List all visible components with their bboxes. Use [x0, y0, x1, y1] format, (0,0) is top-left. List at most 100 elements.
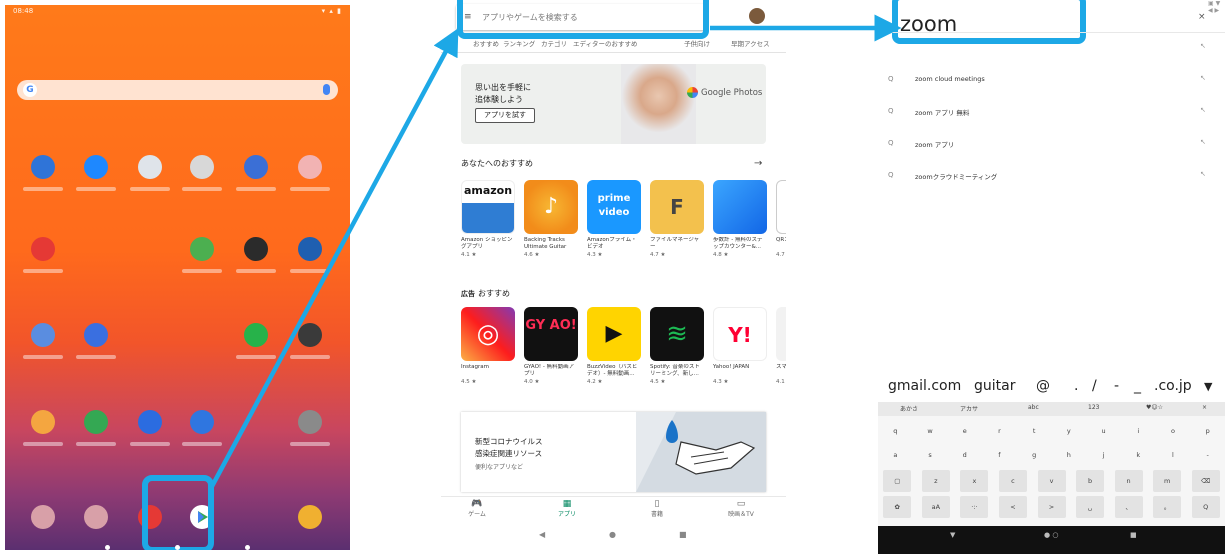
arrow-right-icon[interactable]: →: [754, 158, 762, 169]
home-app-icon[interactable]: [244, 155, 268, 179]
keyboard-key[interactable]: <: [998, 496, 1027, 518]
home-app-icon[interactable]: [298, 155, 322, 179]
home-app-icon[interactable]: [190, 155, 214, 179]
home-app-icon[interactable]: [190, 237, 214, 261]
tab-early-access[interactable]: 早期アクセス: [731, 38, 770, 48]
keyboard-key[interactable]: 。: [1153, 496, 1182, 518]
home-app-icon[interactable]: [298, 323, 322, 347]
fill-arrow-icon[interactable]: ↖: [1200, 170, 1206, 178]
suggestion-item[interactable]: Qzoom アプリ ↖: [878, 136, 1225, 152]
home-app-icon[interactable]: [138, 410, 162, 434]
kb-suggest-dash[interactable]: -: [1114, 378, 1119, 394]
promo-banner[interactable]: 思い出を手軽に 追体験しよう アプリを試す Google Photos: [461, 64, 766, 144]
nav-books[interactable]: ▯ 書籍: [627, 499, 687, 518]
app-card[interactable]: スマ 4.1: [776, 307, 786, 385]
back-icon[interactable]: ◀: [539, 530, 545, 539]
kb-suggest-slash[interactable]: /: [1092, 378, 1097, 394]
keyboard-key[interactable]: ⌫: [1191, 470, 1220, 492]
keyboard-key[interactable]: h: [1055, 444, 1083, 466]
home-app-icon[interactable]: [244, 237, 268, 261]
tab-editors-choice[interactable]: エディターのおすすめ: [573, 38, 638, 48]
kb-suggest-at[interactable]: @: [1036, 378, 1050, 394]
app-card[interactable]: QR QRコード無料 4.7: [776, 180, 786, 258]
keyboard-key[interactable]: Q: [1191, 496, 1220, 518]
keyboard-key[interactable]: ␣: [1076, 496, 1105, 518]
fill-arrow-icon[interactable]: ↖: [1200, 42, 1206, 50]
keyboard-key[interactable]: v: [1037, 470, 1066, 492]
keyboard-key[interactable]: c: [998, 470, 1027, 492]
avatar[interactable]: [749, 8, 765, 24]
home-app-icon[interactable]: [244, 323, 268, 347]
recents-icon[interactable]: ■: [679, 530, 687, 539]
keyboard-key[interactable]: s: [916, 444, 944, 466]
kb-suggest-expand-icon[interactable]: ▼: [1204, 380, 1212, 393]
keyboard-key[interactable]: y: [1055, 420, 1083, 442]
home-app-icon[interactable]: [31, 155, 55, 179]
dock-app-icon[interactable]: [298, 505, 322, 529]
home-app-icon[interactable]: [31, 410, 55, 434]
nav-movies[interactable]: ▭ 映画＆TV: [711, 499, 771, 518]
app-card[interactable]: F ファイルマネージャー 4.7 ★: [650, 180, 704, 258]
kb-suggest-dot[interactable]: .: [1074, 378, 1078, 394]
keyboard-key[interactable]: ✿: [883, 496, 912, 518]
home-app-icon[interactable]: [298, 410, 322, 434]
app-card[interactable]: GY AO! GYAO! - 無料動画アプリ 4.0 ★: [524, 307, 578, 385]
nav-games[interactable]: 🎮 ゲーム: [447, 499, 507, 518]
keyboard-key[interactable]: o: [1159, 420, 1187, 442]
app-card[interactable]: ◎ Instagram 4.5 ★: [461, 307, 515, 385]
mode-hiragana[interactable]: あかさ: [900, 404, 918, 413]
nav-apps[interactable]: ▦ アプリ: [537, 499, 597, 518]
mic-icon[interactable]: [323, 84, 330, 95]
keyboard-key[interactable]: b: [1076, 470, 1105, 492]
home-app-icon[interactable]: [138, 155, 162, 179]
tab-kids[interactable]: 子供向け: [684, 38, 710, 48]
home-app-icon[interactable]: [84, 323, 108, 347]
close-icon[interactable]: ×: [1198, 12, 1206, 22]
mode-123[interactable]: 123: [1088, 404, 1099, 411]
keyboard-key[interactable]: e: [951, 420, 979, 442]
suggestion-item[interactable]: Qzoom cloud meetings ↖: [878, 72, 1225, 88]
dock-app-icon[interactable]: [31, 505, 55, 529]
mode-emoji[interactable]: ♥☺☆: [1146, 404, 1163, 411]
keyboard-key[interactable]: l: [1159, 444, 1187, 466]
keyboard-key[interactable]: >: [1037, 496, 1066, 518]
keyboard-key[interactable]: d: [951, 444, 979, 466]
mode-katakana[interactable]: アカサ: [960, 404, 978, 413]
keyboard-key[interactable]: w: [916, 420, 944, 442]
kb-hide-icon[interactable]: ▼: [950, 531, 955, 539]
app-card[interactable]: ▶ BuzzVideo（バズビデオ）- 無料動画... 4.2 ★: [587, 307, 641, 385]
kb-suggest-underscore[interactable]: _: [1134, 378, 1141, 394]
keyboard-key[interactable]: m: [1153, 470, 1182, 492]
keyboard-key[interactable]: x: [960, 470, 989, 492]
keyboard-key[interactable]: j: [1090, 444, 1118, 466]
app-card[interactable]: Y! Yahoo! JAPAN 4.3 ★: [713, 307, 767, 385]
fill-arrow-icon[interactable]: ↖: [1200, 74, 1206, 82]
app-card[interactable]: ♪ Backing Tracks Ultimate Guitar Ja... 4.6…: [524, 180, 578, 258]
keyboard-key[interactable]: t: [1020, 420, 1048, 442]
fill-arrow-icon[interactable]: ↖: [1200, 106, 1206, 114]
keyboard-key[interactable]: i: [1124, 420, 1152, 442]
home-app-icon[interactable]: [84, 155, 108, 179]
mode-close[interactable]: ×: [1202, 404, 1207, 411]
home-app-icon[interactable]: [31, 323, 55, 347]
app-card[interactable]: ≋ Spotify: 音楽のストリーミング、新し... 4.5 ★: [650, 307, 704, 385]
keyboard-key[interactable]: q: [881, 420, 909, 442]
keyboard-key[interactable]: k: [1124, 444, 1152, 466]
kb-suggest-cojp[interactable]: .co.jp: [1154, 378, 1192, 394]
keyboard-key[interactable]: p: [1194, 420, 1222, 442]
tab-recommended[interactable]: おすすめ: [473, 38, 499, 48]
kb-home-icon[interactable]: ● ○: [1044, 531, 1058, 539]
keyboard-key[interactable]: z: [921, 470, 950, 492]
keyboard-key[interactable]: n: [1114, 470, 1143, 492]
suggestion-item[interactable]: Qzoom アプリ 無料 ↖: [878, 104, 1225, 120]
tab-category[interactable]: カテゴリ: [541, 38, 567, 48]
app-card[interactable]: 歩数計 - 無料のステップカウンター&... 4.8 ★: [713, 180, 767, 258]
dock-app-icon[interactable]: [84, 505, 108, 529]
keyboard-key[interactable]: ▢: [883, 470, 912, 492]
keyboard-key[interactable]: r: [985, 420, 1013, 442]
keyboard-key[interactable]: a: [881, 444, 909, 466]
keyboard-key[interactable]: g: [1020, 444, 1048, 466]
app-card[interactable]: amazon Amazon ショッピングアプリ 4.1 ★: [461, 180, 515, 258]
home-app-icon[interactable]: [31, 237, 55, 261]
suggestion-item[interactable]: Qzoomクラウドミーティング ↖: [878, 168, 1225, 184]
